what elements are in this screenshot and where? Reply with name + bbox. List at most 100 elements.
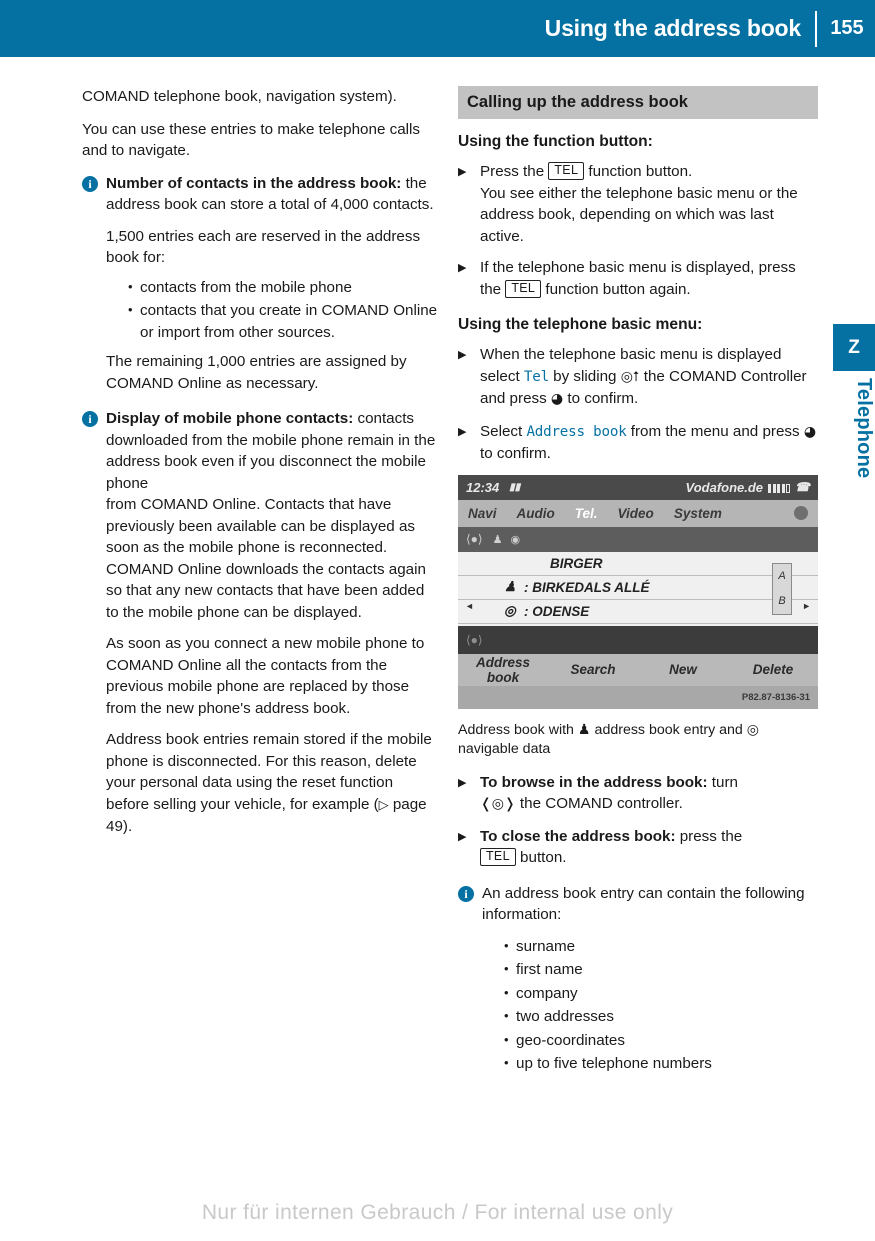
note-sub-3: Address book entries remain stored if th… <box>106 729 440 838</box>
note-body: Display of mobile phone contacts: contac… <box>106 408 440 494</box>
compass-icon: ◎ <box>746 721 760 738</box>
step-text-b: by sliding <box>548 367 621 385</box>
comand-letter-index[interactable]: A B <box>772 562 792 615</box>
menu-term-tel: Tel <box>523 368 549 385</box>
back-arrow-icon: ⟨●⟩ <box>466 532 483 546</box>
comand-menu-video[interactable]: Video <box>618 506 654 521</box>
note-contacts-count: i Number of contacts in the address book… <box>82 173 440 395</box>
comand-sub-bar: ⟨●⟩ ♟ ◉ <box>458 526 818 552</box>
list-item: company <box>504 982 818 1005</box>
comand-button-new[interactable]: New <box>638 662 728 677</box>
caption-text-c: navigable data <box>458 741 551 757</box>
caption-text-b: address book entry and <box>590 721 747 738</box>
list-item: first name <box>504 958 818 981</box>
page-number: 155 <box>830 17 864 39</box>
step-press-tel: Press the TEL function button. You see e… <box>458 161 818 247</box>
letter-index-a: A <box>778 570 786 582</box>
entry-text: : ODENSE <box>524 603 590 619</box>
step-text-c: to confirm. <box>480 445 551 462</box>
note-lead-bold: Number of contacts in the address book: <box>106 174 402 192</box>
list-item: surname <box>504 935 818 958</box>
note-entry-fields: i An address book entry can contain the … <box>458 883 818 1075</box>
step-press-tel-again: If the telephone basic menu is displayed… <box>458 257 818 300</box>
step-close-address-book: To close the address book: press the TEL… <box>458 826 818 869</box>
comand-button-address-book[interactable]: Address book <box>458 655 548 685</box>
tel-key-icon: TEL <box>480 848 516 866</box>
list-item: two addresses <box>504 1005 818 1028</box>
comand-button-search[interactable]: Search <box>548 662 638 677</box>
note-sub-2: The remaining 1,000 entries are assigned… <box>106 353 407 392</box>
page-ref-arrow-icon: ▷ <box>378 797 393 813</box>
controller-press-icon: ◕ <box>803 423 817 440</box>
list-item: geo-coordinates <box>504 1029 818 1052</box>
comand-menu-system[interactable]: System <box>674 506 722 521</box>
step-text-b: the COMAND controller. <box>515 795 683 812</box>
note-body: Number of contacts in the address book: … <box>106 173 440 216</box>
comand-dark-strip: ⟨●⟩ <box>458 625 818 654</box>
comand-entry-list: BIRGER ♟ : BIRKEDALS ALLÉ ◎ : ODENSE <box>458 551 818 626</box>
table-row[interactable]: ♟ : BIRKEDALS ALLÉ <box>458 576 818 600</box>
comand-menu-audio[interactable]: Audio <box>517 506 555 521</box>
scroll-left-icon[interactable]: ◄ <box>465 601 474 611</box>
note-bullet-list: contacts from the mobile phone contacts … <box>106 276 440 344</box>
controller-turn-icon: ❬◎❭ <box>480 796 516 812</box>
section-heading: Calling up the address book <box>458 86 818 119</box>
left-column: COMAND telephone book, navigation system… <box>82 86 440 849</box>
figure-caption: Address book with ♟ address book entry a… <box>458 721 818 760</box>
list-item: up to five telephone numbers <box>504 1052 818 1075</box>
person-icon: ♟ <box>492 533 503 546</box>
subheading-function-button: Using the function button: <box>458 133 653 150</box>
step-text-b: function button. <box>584 163 693 180</box>
comand-bottom-bar: Address book Search New Delete <box>458 653 818 686</box>
controller-slide-icon: ◎⭡ <box>620 368 640 385</box>
comand-menu-tel[interactable]: Tel. <box>575 506 598 521</box>
page-title: Using the address book <box>544 15 802 41</box>
back-arrow-icon: ⟨●⟩ <box>466 632 483 647</box>
comand-button-delete[interactable]: Delete <box>728 662 818 677</box>
step-text-a: press the <box>675 827 743 845</box>
status-time: 12:34 <box>466 479 500 495</box>
step-detail: You see either the telephone basic menu … <box>480 184 798 245</box>
table-row[interactable]: BIRGER <box>458 552 818 576</box>
note-sub-2: As soon as you connect a new mobile phon… <box>106 635 425 717</box>
status-network: Vodafone.de <box>685 479 764 495</box>
step-select-tel: When the telephone basic menu is display… <box>458 344 818 411</box>
note-mobile-contacts: i Display of mobile phone contacts: cont… <box>82 408 440 838</box>
footer-watermark: Nur für internen Gebrauch / For internal… <box>201 1201 674 1224</box>
chapter-label: Telephone <box>853 378 875 479</box>
comand-image-code: P82.87-8136-31 <box>458 685 818 709</box>
signal-bars-icon <box>768 482 791 493</box>
handset-icon: ☎ <box>795 480 810 494</box>
step-text-b: button. <box>515 849 567 866</box>
nav-icon: ◉ <box>510 533 521 546</box>
tel-key-icon: TEL <box>505 279 542 298</box>
note-sub-1: 1,500 entries each are reserved in the a… <box>106 227 421 267</box>
note-sub-1: from COMAND Online. Contacts that have p… <box>106 496 426 621</box>
step-text-b: from the menu and press <box>626 422 804 440</box>
chapter-tab: Z <box>833 324 875 371</box>
paragraph-intro-1: COMAND telephone book, navigation system… <box>82 88 397 105</box>
paragraph-intro-2: You can use these entries to make teleph… <box>82 120 421 160</box>
caption-text-a: Address book with <box>458 721 578 738</box>
scroll-right-icon[interactable]: ► <box>802 601 811 611</box>
note-lead-bold: Display of mobile phone contacts: <box>106 410 354 427</box>
comand-screenshot: 12:34 ▮▮ Vodafone.de ☎ Navi Audio Tel. V… <box>458 474 818 709</box>
menu-term-address-book: Address book <box>526 423 627 440</box>
letter-index-b: B <box>778 595 786 607</box>
note-body: An address book entry can contain the fo… <box>482 884 805 924</box>
status-network-group: Vodafone.de ☎ <box>686 480 810 495</box>
table-row[interactable]: ◎ : ODENSE <box>458 600 818 624</box>
list-item: contacts that you create in COMAND Onlin… <box>128 299 440 343</box>
entry-text: BIRGER <box>550 555 603 571</box>
signal-icon: ▮▮ <box>509 481 521 493</box>
info-icon: i <box>458 885 474 902</box>
nav-icon: ◎ <box>504 603 516 618</box>
comand-menu-more-icon[interactable] <box>794 506 808 520</box>
step-bold-lead: To browse in the address book: <box>480 773 708 791</box>
comand-menu-navi[interactable]: Navi <box>468 506 497 521</box>
note-sub-3-text-b: ). <box>122 818 133 835</box>
entry-text: : BIRKEDALS ALLÉ <box>524 579 650 595</box>
info-icon: i <box>82 411 98 427</box>
step-text-d: to confirm. <box>563 390 639 407</box>
person-icon: ♟ <box>577 721 591 738</box>
